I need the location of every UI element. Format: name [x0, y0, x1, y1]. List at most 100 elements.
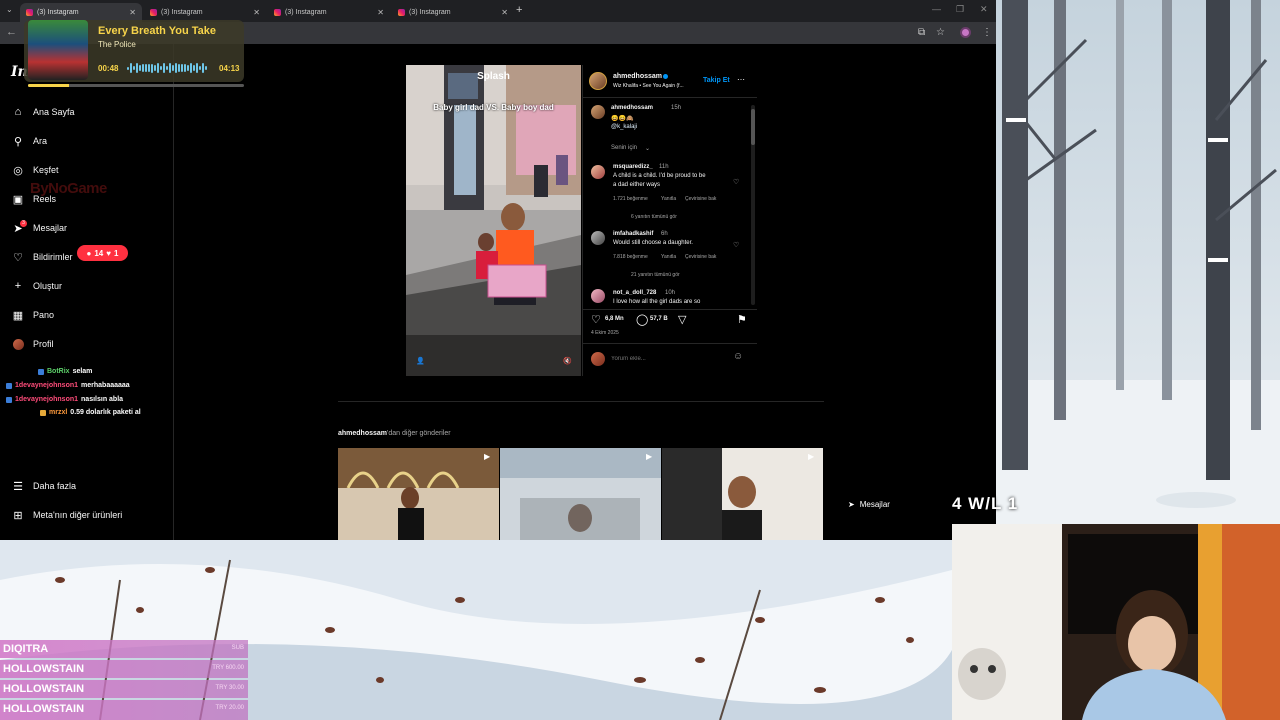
mute-icon[interactable]: 🔇: [563, 357, 572, 365]
comment-like-icon[interactable]: ♡: [733, 241, 739, 249]
bookmark-star-icon[interactable]: ☆: [936, 27, 945, 38]
more-posts-user[interactable]: ahmedhossam: [338, 430, 387, 437]
sidebar-item-label: Pano: [33, 310, 55, 320]
avatar[interactable]: [589, 72, 607, 90]
close-icon[interactable]: ✕: [377, 8, 384, 17]
view-replies-button[interactable]: 21 yanıtın tümünü gör: [631, 272, 680, 278]
subscriber-row: HOLLOWSTAIN TRY 30.00: [0, 680, 248, 698]
translate-button[interactable]: Çevirisine bak: [685, 254, 716, 260]
tab-search-icon[interactable]: ⌄: [6, 5, 13, 14]
emoji-icon[interactable]: ☺: [733, 351, 743, 362]
comment-like-icon[interactable]: ♡: [733, 178, 739, 186]
share-icon[interactable]: ▽: [678, 313, 686, 326]
menu-icon: ☰: [13, 480, 23, 493]
new-tab-button[interactable]: +: [516, 4, 522, 16]
sidebar-item-home[interactable]: ⌂ Ana Sayfa: [12, 104, 75, 120]
notification-badge: ● 14 ♥ 1: [77, 245, 128, 261]
caption-emoji: 😄😄🙈: [611, 116, 634, 122]
reply-button[interactable]: Yanıtla: [661, 196, 676, 202]
more-post-thumbnail[interactable]: ▶: [500, 448, 661, 540]
save-bookmark-icon[interactable]: ⚑: [737, 313, 747, 326]
kebab-menu-icon[interactable]: ⋮: [982, 27, 992, 38]
waveform-bar: [142, 63, 144, 73]
meta-icon: ⊞: [13, 509, 23, 522]
chat-username: 1devaynejohnson1: [15, 382, 79, 389]
subscriber-name: HOLLOWSTAIN: [3, 683, 85, 695]
sidebar-item-explore[interactable]: ◎ Keşfet: [12, 162, 58, 178]
comments-scrollbar[interactable]: [751, 105, 755, 305]
song-current-time: 00:48: [98, 64, 119, 73]
back-arrow-icon[interactable]: ←: [6, 26, 17, 38]
post-song[interactable]: Wiz Khalifa • See You Again (f...: [613, 83, 684, 89]
chat-username: mrzxl: [49, 409, 68, 416]
sidebar-item-dashboard[interactable]: ▦ Pano: [12, 307, 54, 323]
comment-input[interactable]: [611, 353, 731, 365]
avatar[interactable]: [591, 289, 605, 303]
post-video[interactable]: Splash Baby girl dad VS. Baby boy dad 👤 …: [406, 65, 581, 376]
comment-icon[interactable]: ◯: [636, 313, 648, 326]
post-date: 4 Ekim 2025: [591, 330, 619, 336]
sidebar: Ins ByNoGame ⌂ Ana Sayfa ⚲ Ara ◎ Keşfet …: [0, 44, 174, 540]
post-details-panel: ahmedhossam Wiz Khalifa • See You Again …: [582, 65, 757, 376]
follow-button[interactable]: Takip Et: [703, 77, 730, 84]
avatar[interactable]: [591, 231, 605, 245]
subscriber-row: HOLLOWSTAIN TRY 20.00: [0, 700, 248, 720]
like-heart-icon[interactable]: ♡: [591, 313, 601, 326]
more-options-icon[interactable]: ⋯: [737, 75, 745, 84]
close-icon[interactable]: ✕: [501, 8, 508, 17]
avatar: [12, 338, 24, 350]
sidebar-item-profile[interactable]: Profil: [12, 336, 54, 352]
heart-icon: ♡: [13, 251, 23, 264]
subscriber-row: DIQITRA SUB: [0, 640, 248, 658]
translate-button[interactable]: Çevirisine bak: [685, 196, 716, 202]
sidebar-item-notifications[interactable]: ♡ Bildirimler: [12, 249, 73, 265]
chat-text: selam: [72, 368, 93, 375]
sidebar-item-search[interactable]: ⚲ Ara: [12, 133, 47, 149]
view-replies-button[interactable]: 6 yanıtın tümünü gör: [631, 214, 677, 220]
more-post-thumbnail[interactable]: ▶: [338, 448, 499, 540]
waveform-bar: [148, 64, 150, 72]
author-name[interactable]: ahmedhossam: [613, 73, 662, 80]
comment-time: 10h: [665, 290, 676, 296]
cast-icon[interactable]: ⧉: [918, 27, 925, 38]
audio-waveform: [127, 63, 209, 73]
sidebar-item-create[interactable]: + Oluştur: [12, 278, 62, 294]
heart-icon: ♥: [106, 248, 112, 258]
waveform-bar: [172, 65, 174, 71]
subscriber-name: DIQITRA: [3, 643, 49, 655]
waveform-bar: [178, 64, 180, 72]
instagram-favicon-icon: [274, 9, 281, 16]
floating-messages-button[interactable]: ➤ Mesajlar: [848, 500, 890, 509]
waveform-bar: [163, 63, 165, 73]
caption-author[interactable]: ahmedhossam: [611, 105, 653, 111]
sidebar-item-more[interactable]: ☰ Daha fazla: [12, 478, 76, 494]
comment-user[interactable]: imfahadkashif: [613, 231, 653, 237]
minimize-icon[interactable]: —: [932, 4, 941, 14]
waveform-bar: [196, 63, 198, 73]
comment-user[interactable]: not_a_doll_728: [613, 290, 656, 296]
sidebar-item-reels[interactable]: ▣ Reels: [12, 191, 56, 207]
chevron-down-icon[interactable]: ⌄: [645, 145, 650, 152]
reply-button[interactable]: Yanıtla: [661, 254, 676, 260]
comment-sort[interactable]: Senin için: [611, 145, 637, 151]
browser-profile-avatar[interactable]: [960, 27, 971, 38]
caption-mention[interactable]: @k_kalaji: [611, 124, 637, 130]
maximize-icon[interactable]: ❐: [956, 4, 964, 15]
sidebar-item-label: Bildirimler: [33, 252, 73, 262]
chat-text: merhabaaaaaa: [81, 382, 130, 389]
user-tag-icon[interactable]: 👤: [416, 357, 425, 365]
more-post-thumbnail[interactable]: ▶: [662, 448, 823, 540]
comment-time: 11h: [659, 164, 669, 170]
instagram-favicon-icon: [398, 9, 405, 16]
browser-tab[interactable]: (3) Instagram ✕: [392, 3, 514, 22]
sidebar-item-meta[interactable]: ⊞ Meta'nın diğer ürünleri: [12, 507, 122, 523]
avatar[interactable]: [591, 105, 605, 119]
avatar[interactable]: [591, 165, 605, 179]
close-icon[interactable]: ✕: [129, 8, 136, 17]
close-icon[interactable]: ✕: [253, 8, 260, 17]
like-count: 6,8 Mn: [605, 316, 624, 322]
browser-tab[interactable]: (3) Instagram ✕: [268, 3, 390, 22]
reels-icon: ▶: [808, 452, 815, 461]
close-window-icon[interactable]: ✕: [980, 4, 988, 15]
comment-user[interactable]: msquaredizz_: [613, 164, 653, 170]
